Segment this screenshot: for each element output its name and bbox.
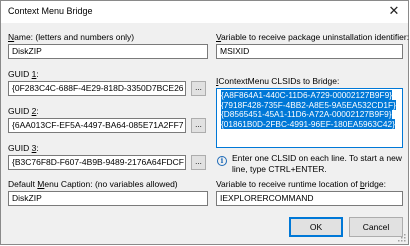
uninstall-variable-label: Variable to receive package uninstallati… bbox=[216, 32, 410, 42]
uninstall-variable-input[interactable]: MSIXID bbox=[216, 44, 403, 59]
guid3-label: GUID 3: bbox=[8, 143, 39, 153]
close-icon[interactable]: ✕ bbox=[386, 2, 402, 20]
guid1-label: GUID 1: bbox=[8, 69, 39, 79]
bridge-variable-input[interactable]: IEXPLORERCOMMAND bbox=[216, 191, 403, 206]
caption-input[interactable]: DiskZIP bbox=[8, 191, 208, 206]
clsid-hint-text: Enter one CLSID on each line. To start a… bbox=[232, 153, 402, 174]
cancel-button[interactable]: Cancel bbox=[349, 217, 403, 237]
resize-grip-icon[interactable] bbox=[398, 234, 406, 242]
clsids-textarea[interactable]: {A8F864A1-440C-11D6-A729-00002127B9F9} {… bbox=[216, 88, 403, 148]
clsids-label: IContextMenu CLSIDs to Bridge: bbox=[216, 76, 340, 86]
clsid-line: {01861B0D-2FBC-4991-96EF-180EA5963C42} bbox=[221, 118, 395, 129]
guid1-input[interactable]: {0F283C4C-688F-4E29-818D-3350D7BCE26 bbox=[8, 81, 186, 96]
guid3-browse-button[interactable]: ... bbox=[191, 155, 206, 170]
caption-label: Default Menu Caption: (no variables allo… bbox=[8, 179, 178, 189]
name-label: Name: (letters and numbers only) bbox=[8, 32, 135, 42]
guid2-browse-button[interactable]: ... bbox=[191, 118, 206, 133]
window-title: Context Menu Bridge bbox=[8, 6, 93, 16]
guid1-browse-button[interactable]: ... bbox=[191, 81, 206, 96]
guid3-input[interactable]: {B3C76F8D-F607-4B9B-9489-2176A64FDCF bbox=[8, 155, 186, 170]
name-input[interactable]: DiskZIP bbox=[8, 44, 208, 59]
ok-button[interactable]: OK bbox=[289, 217, 343, 237]
bridge-variable-label: Variable to receive runtime location of … bbox=[216, 179, 386, 189]
info-icon: i bbox=[217, 156, 227, 166]
guid2-label: GUID 2: bbox=[8, 106, 39, 116]
guid2-input[interactable]: {6AA013CF-EF5A-4497-BA64-085E71A2FF7 bbox=[8, 118, 186, 133]
dialog-window: Context Menu Bridge ✕ Name: (letters and… bbox=[0, 0, 409, 245]
title-bar: Context Menu Bridge ✕ bbox=[1, 1, 408, 23]
